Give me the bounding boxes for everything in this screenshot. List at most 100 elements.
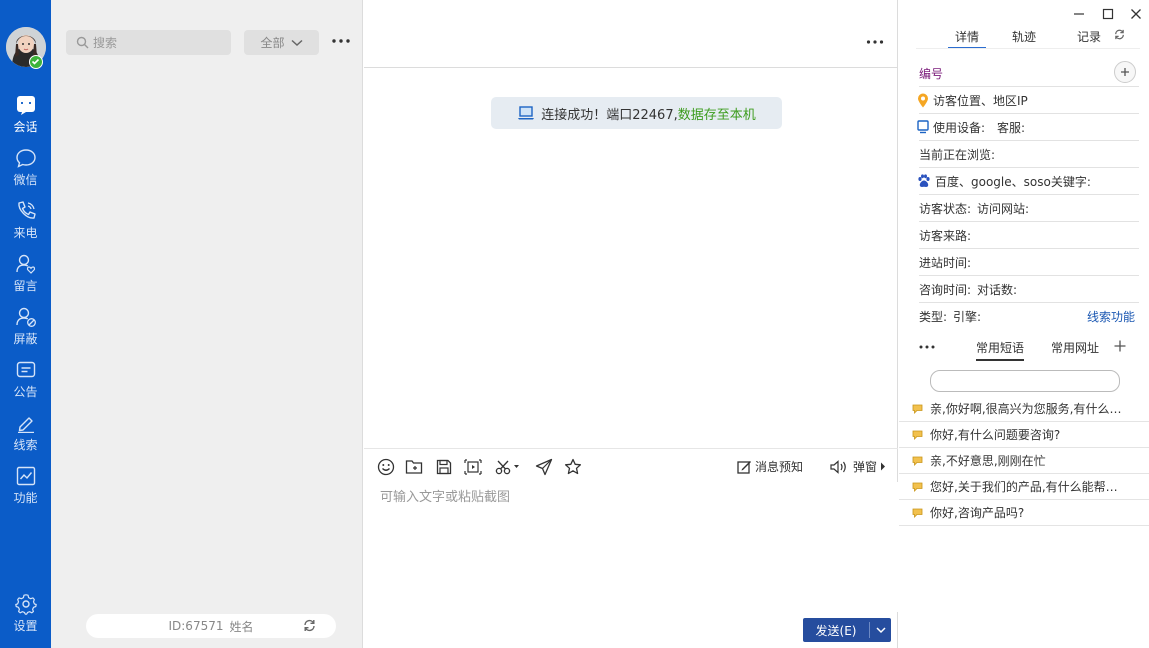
notice-highlight: 数据存至本机 [677,107,756,123]
nav-label: 功能 [13,491,38,505]
phrase-item[interactable]: 你好,有什么问题要咨询? [899,422,1149,448]
tab-common-phrases[interactable]: 常用短语 [976,339,1025,361]
refresh-icon[interactable] [303,619,316,632]
nav-item-leads[interactable]: 线索 [0,410,51,460]
speech-bubble-icon [912,430,923,440]
nav-label: 来电 [13,226,38,240]
status-label: 访客状态: [919,201,972,216]
chart-icon [15,465,37,487]
save-icon[interactable] [434,457,454,477]
send-file-icon[interactable] [534,457,554,477]
more-options-icon[interactable] [919,339,935,355]
nav-item-functions[interactable]: 功能 [0,463,51,513]
nav-label: 设置 [13,619,38,633]
phrase-item[interactable]: 亲,你好啊,很高兴为您服务,有什么可以帮您 [899,396,1149,422]
refresh-icon[interactable] [1114,29,1125,40]
row-number: 编号 [919,60,1139,87]
screenshot-scissors-icon[interactable] [494,457,522,477]
phone-icon [15,200,37,222]
tab-common-urls[interactable]: 常用网址 [1051,339,1099,356]
row-device: 使用设备: 客服: [917,114,1139,141]
type-label: 类型: [919,310,948,324]
chevron-down-icon[interactable] [870,626,891,634]
user-id: ID:67571 [168,619,224,633]
location-label: 访客位置、地区IP [933,93,1028,108]
nav-label: 会话 [13,120,38,134]
number-label: 编号 [919,66,944,81]
phrase-item[interactable]: 您好,关于我们的产品,有什么能帮到您的吗 [899,474,1149,500]
phrase-item[interactable]: 你好,咨询产品吗? [899,500,1149,526]
laptop-icon [517,105,535,121]
add-button[interactable] [1114,61,1136,83]
close-icon[interactable] [1129,7,1143,21]
tab-records[interactable]: 记录 [1076,28,1102,45]
phrase-search-input[interactable] [931,371,1119,391]
send-button[interactable]: 发送(E) [803,618,891,642]
row-keywords: 百度、google、soso关键字: [917,168,1139,195]
message-preview-toggle[interactable]: 消息预知 [737,458,803,475]
chat-bubble-icon [15,94,37,116]
nav-label: 公告 [13,385,38,399]
nav-item-block[interactable]: 屏蔽 [0,304,51,354]
nav-label: 线索 [13,438,38,452]
block-user-icon [15,306,37,328]
nav-item-chat[interactable]: 会话 [0,92,51,142]
maximize-icon[interactable] [1101,7,1115,21]
nav-label: 屏蔽 [13,332,38,346]
message-input-area[interactable] [364,482,898,612]
input-toolbar: 消息预知 弹窗 [364,448,898,482]
more-options-icon[interactable] [866,32,884,52]
speech-bubble-icon [912,482,923,492]
phrase-text: 你好,有什么问题要咨询? [930,428,1061,442]
emoji-icon[interactable] [376,457,396,477]
nav-item-settings[interactable]: 设置 [0,591,51,641]
popup-toggle[interactable]: 弹窗 [830,458,886,475]
user-id-bar: ID:67571 姓名 [86,614,336,638]
filter-label: 全部 [260,36,285,50]
online-status-badge [29,55,43,69]
baidu-paw-icon [917,174,931,188]
speech-bubble-icon [912,508,923,518]
announcement-icon [15,359,37,381]
minimize-icon[interactable] [1072,7,1086,21]
tab-track[interactable]: 轨迹 [1011,28,1037,45]
edit-note-icon [737,460,752,474]
folder-icon[interactable] [404,457,424,477]
nav-item-calls[interactable]: 来电 [0,198,51,248]
add-icon[interactable] [1113,339,1127,353]
phrase-search-box[interactable] [930,370,1120,392]
phrase-text: 亲,不好意思,刚刚在忙 [930,454,1046,468]
caret-right-icon [880,462,886,471]
row-status: 访客状态: 访问网站: [919,195,1139,222]
row-consult-time: 咨询时间: 对话数: [919,276,1139,303]
consult-time-label: 咨询时间: [919,282,972,297]
source-label: 访客来路: [919,228,972,243]
screen-record-icon[interactable] [463,457,483,477]
lead-function-link[interactable]: 线索功能 [1087,308,1135,325]
row-browsing: 当前正在浏览: [919,141,1139,168]
filter-dropdown[interactable]: 全部 [244,30,319,55]
nav-item-messages[interactable]: 留言 [0,251,51,301]
chat-header [364,0,898,68]
left-nav: 会话 微信 来电 留言 屏蔽 公告 线索 功能 设置 [0,0,51,648]
chat-panel: 连接成功！端口22467,数据存至本机 消息预知 弹窗 可输入文字或粘贴截图 发… [364,0,898,648]
phrase-item[interactable]: 亲,不好意思,刚刚在忙 [899,448,1149,474]
row-location: 访客位置、地区IP [918,87,1139,114]
visitor-info-panel: 详情 轨迹 记录 编号 访客位置、地区IP 使用设备: 客服: 当前正在浏览: … [899,0,1149,648]
keywords-label: 百度、google、soso关键字: [935,174,1091,189]
search-box[interactable] [66,30,231,55]
more-options-icon[interactable] [331,31,351,51]
tab-details[interactable]: 详情 [948,28,986,49]
connection-notice: 连接成功！端口22467,数据存至本机 [491,97,782,129]
conversation-list-panel: 全部 ID:67571 姓名 [51,0,363,648]
pen-icon [15,412,37,434]
search-input[interactable] [93,35,223,50]
nav-item-announcement[interactable]: 公告 [0,357,51,407]
row-enter-time: 进站时间: [919,249,1139,276]
message-input[interactable] [364,482,898,612]
chevron-down-icon [290,39,303,47]
browsing-label: 当前正在浏览: [919,147,996,162]
speech-bubble-icon [912,404,923,414]
star-icon[interactable] [563,457,583,477]
nav-item-wechat[interactable]: 微信 [0,145,51,195]
